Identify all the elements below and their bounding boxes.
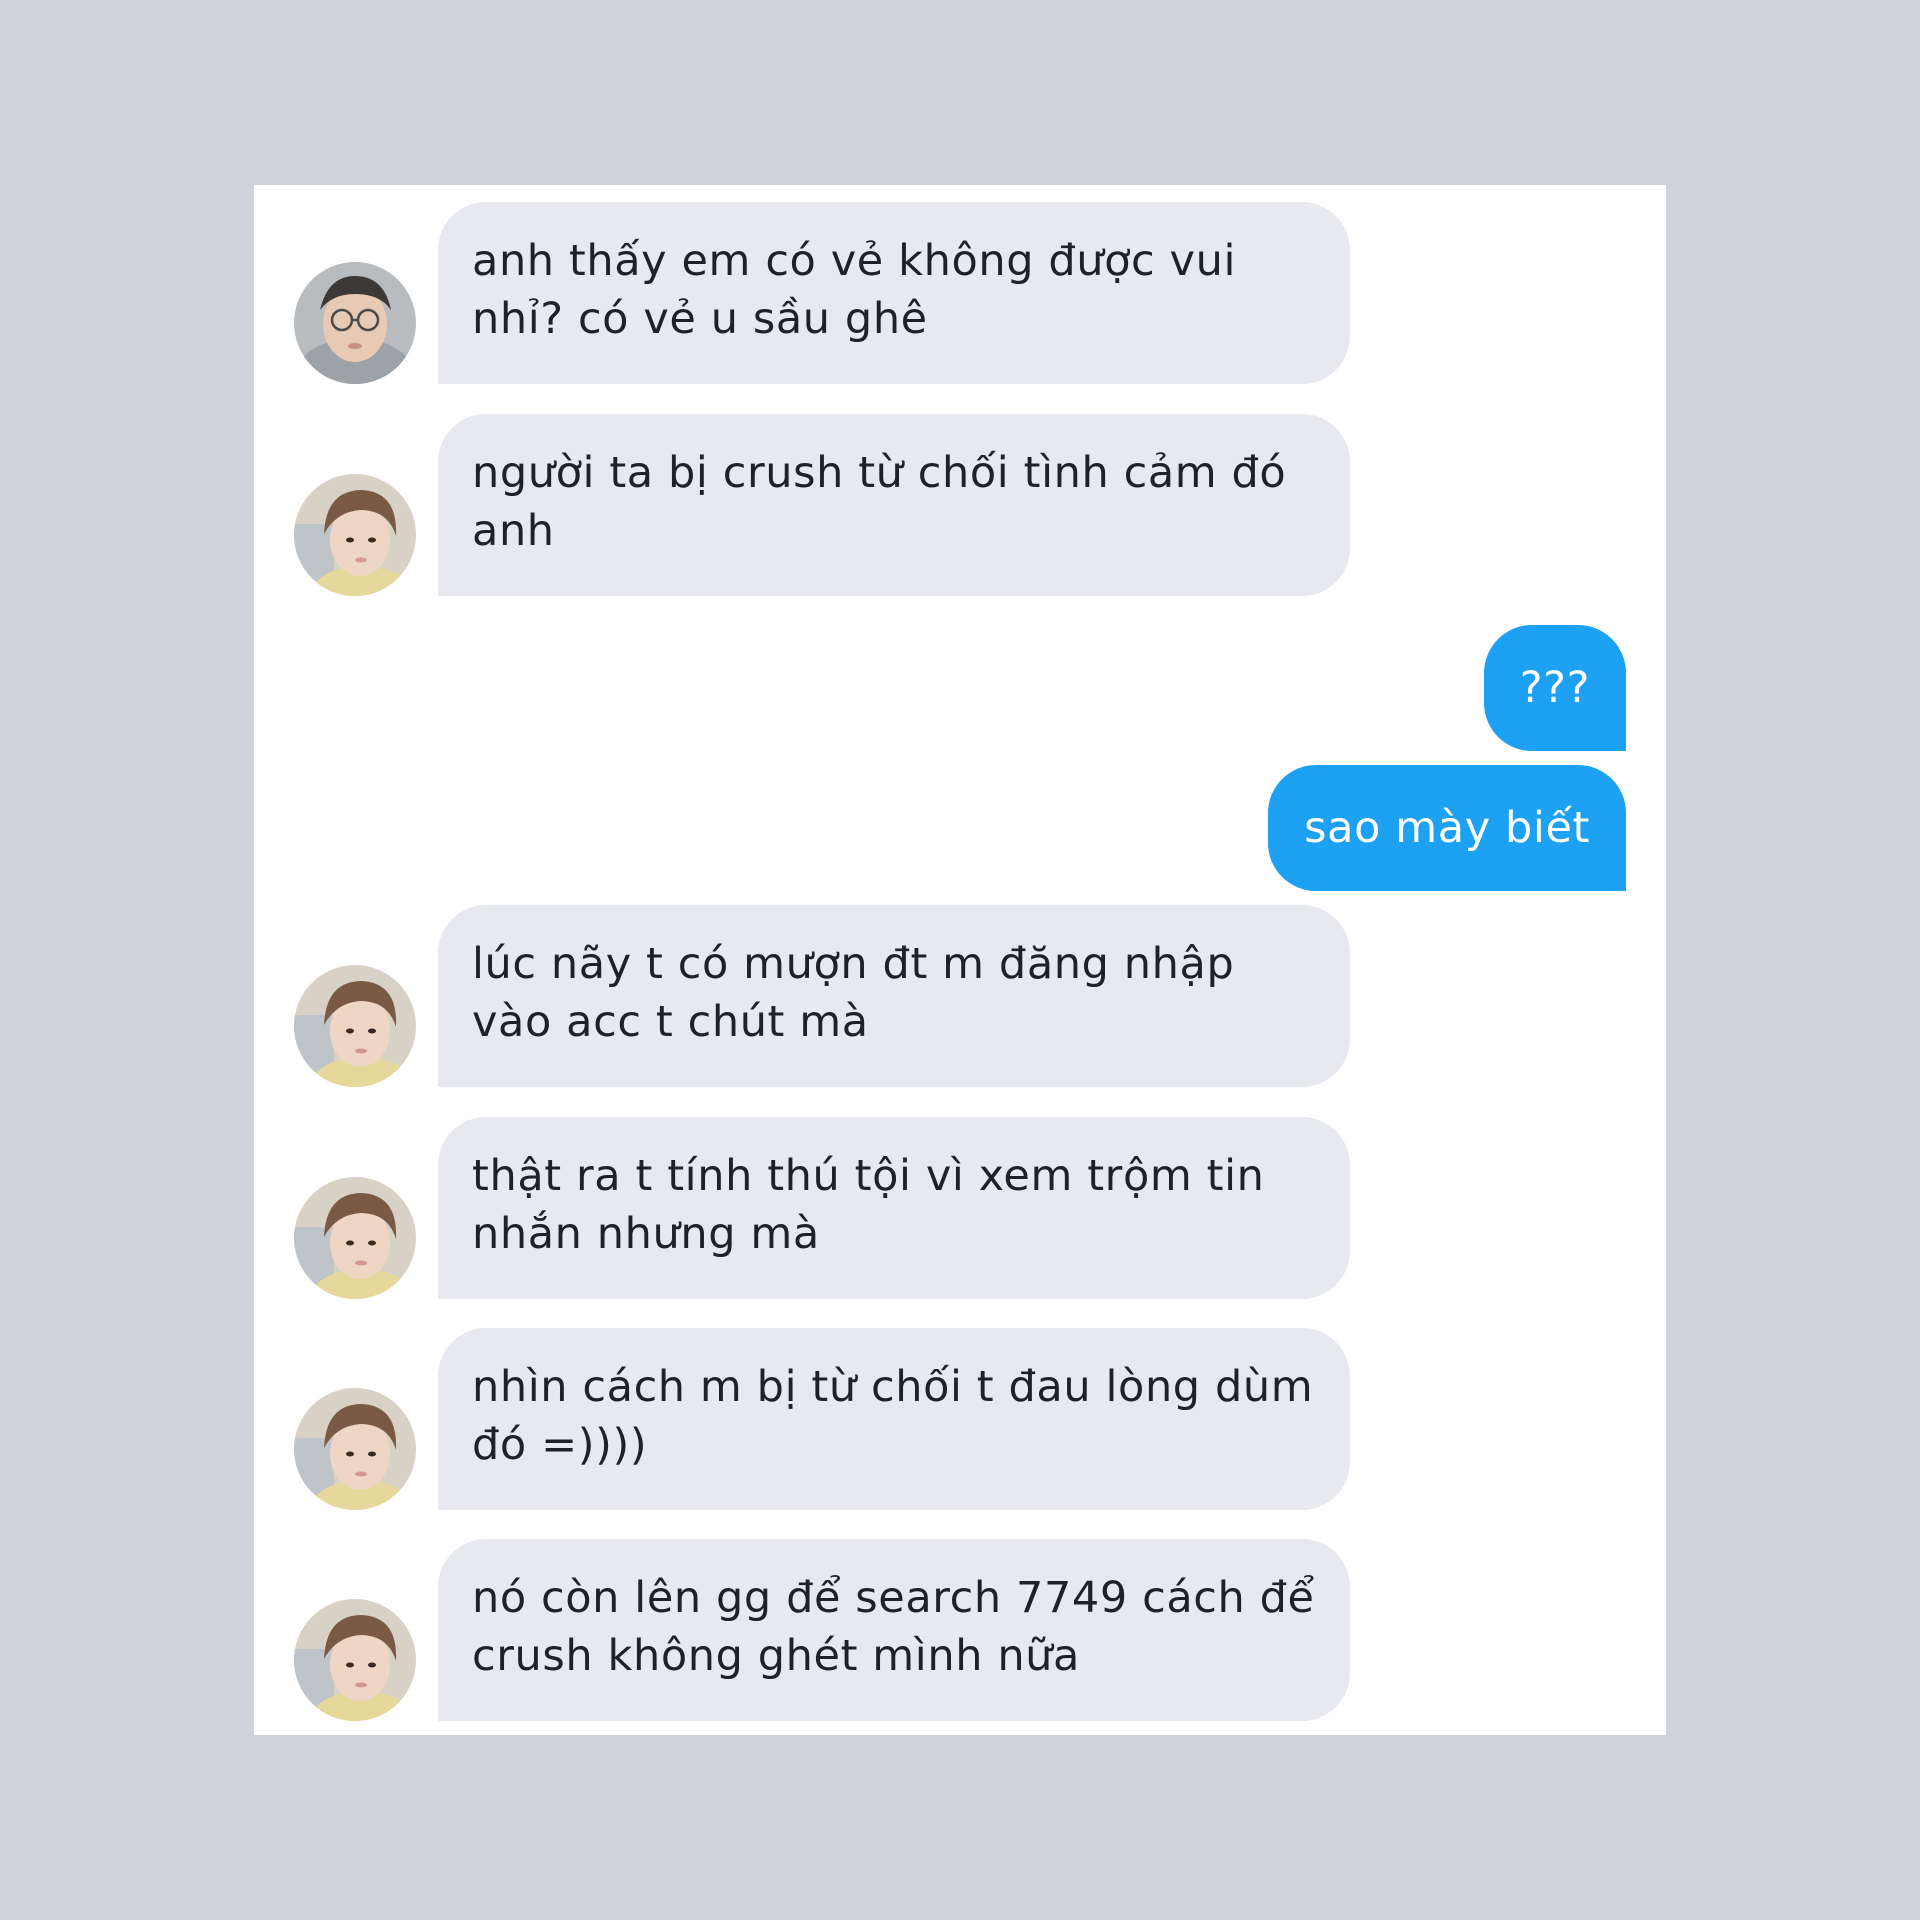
message-text: người ta bị crush từ chối tình cảm đó an…	[472, 448, 1287, 556]
incoming-message-bubble[interactable]: nó còn lên gg để search 7749 cách để cru…	[438, 1539, 1350, 1721]
avatar-brown-hair[interactable]	[294, 965, 416, 1087]
outgoing-message-bubble[interactable]: ???	[1483, 625, 1626, 751]
chat-panel: anh thấy em có vẻ không được vui nhỉ? có…	[254, 185, 1666, 1735]
avatar-brown-hair[interactable]	[294, 1599, 416, 1721]
message-row: nhìn cách m bị từ chối t đau lòng dùm đó…	[254, 1328, 1666, 1510]
incoming-message-bubble[interactable]: anh thấy em có vẻ không được vui nhỉ? có…	[438, 202, 1350, 384]
avatar-brown-hair[interactable]	[294, 474, 416, 596]
avatar-glasses-hoodie[interactable]	[294, 262, 416, 384]
message-row: lúc nãy t có mượn đt m đăng nhập vào acc…	[254, 905, 1666, 1087]
message-row: ???	[254, 625, 1666, 751]
message-row: thật ra t tính thú tội vì xem trộm tin n…	[254, 1117, 1666, 1299]
message-text: thật ra t tính thú tội vì xem trộm tin n…	[472, 1151, 1265, 1259]
avatar-brown-hair[interactable]	[294, 1388, 416, 1510]
message-text: nó còn lên gg để search 7749 cách để cru…	[472, 1573, 1315, 1681]
message-text: sao mày biết	[1304, 803, 1590, 853]
message-text: anh thấy em có vẻ không được vui nhỉ? có…	[472, 236, 1236, 344]
outgoing-message-bubble[interactable]: sao mày biết	[1268, 765, 1626, 891]
message-row: nó còn lên gg để search 7749 cách để cru…	[254, 1539, 1666, 1721]
incoming-message-bubble[interactable]: lúc nãy t có mượn đt m đăng nhập vào acc…	[438, 905, 1350, 1087]
incoming-message-bubble[interactable]: nhìn cách m bị từ chối t đau lòng dùm đó…	[438, 1328, 1350, 1510]
incoming-message-bubble[interactable]: người ta bị crush từ chối tình cảm đó an…	[438, 414, 1350, 596]
message-row: anh thấy em có vẻ không được vui nhỉ? có…	[254, 202, 1666, 384]
message-row: sao mày biết	[254, 765, 1666, 891]
incoming-message-bubble[interactable]: thật ra t tính thú tội vì xem trộm tin n…	[438, 1117, 1350, 1299]
message-text: lúc nãy t có mượn đt m đăng nhập vào acc…	[472, 939, 1235, 1047]
message-text: ???	[1519, 663, 1590, 713]
message-row: người ta bị crush từ chối tình cảm đó an…	[254, 414, 1666, 596]
avatar-brown-hair[interactable]	[294, 1177, 416, 1299]
message-text: nhìn cách m bị từ chối t đau lòng dùm đó…	[472, 1362, 1314, 1470]
